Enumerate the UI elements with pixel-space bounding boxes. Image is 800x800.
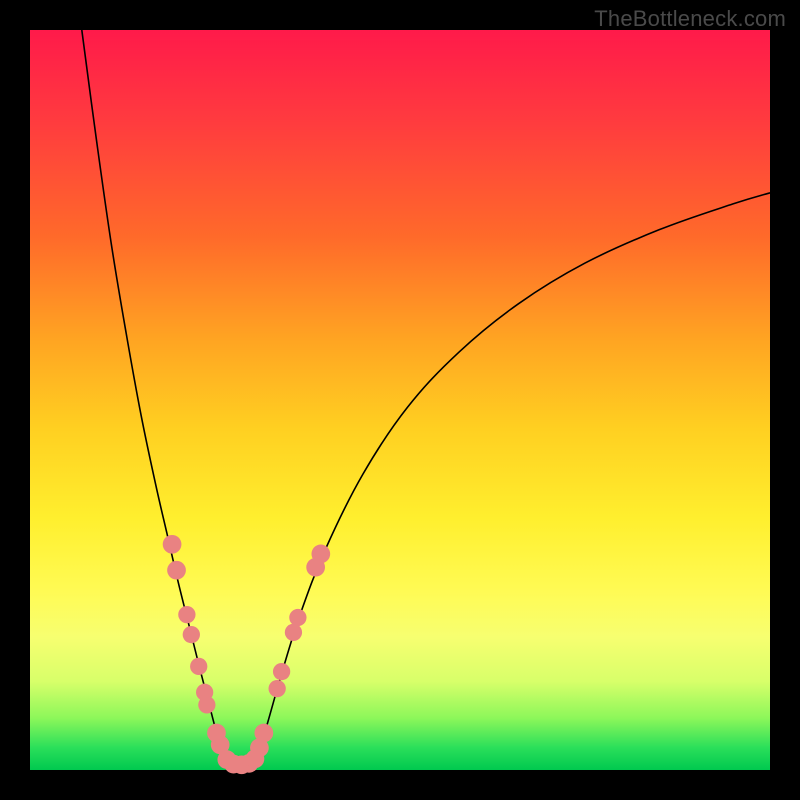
valley-dot (273, 663, 290, 680)
valley-dot (167, 561, 186, 580)
valley-dot (311, 545, 330, 564)
curve-svg (30, 30, 770, 770)
valley-dot (285, 624, 302, 641)
valley-dot (254, 724, 273, 743)
valley-dot (269, 680, 286, 697)
valley-dot (190, 658, 207, 675)
valley-dot (163, 535, 182, 554)
credit-watermark: TheBottleneck.com (594, 6, 786, 32)
valley-dot (289, 609, 306, 626)
bottleneck-curve (82, 30, 770, 769)
plot-area (30, 30, 770, 770)
valley-dot (198, 696, 215, 713)
valley-dots-group (163, 535, 330, 774)
chart-frame: TheBottleneck.com (0, 0, 800, 800)
valley-dot (183, 626, 200, 643)
valley-dot (178, 606, 195, 623)
